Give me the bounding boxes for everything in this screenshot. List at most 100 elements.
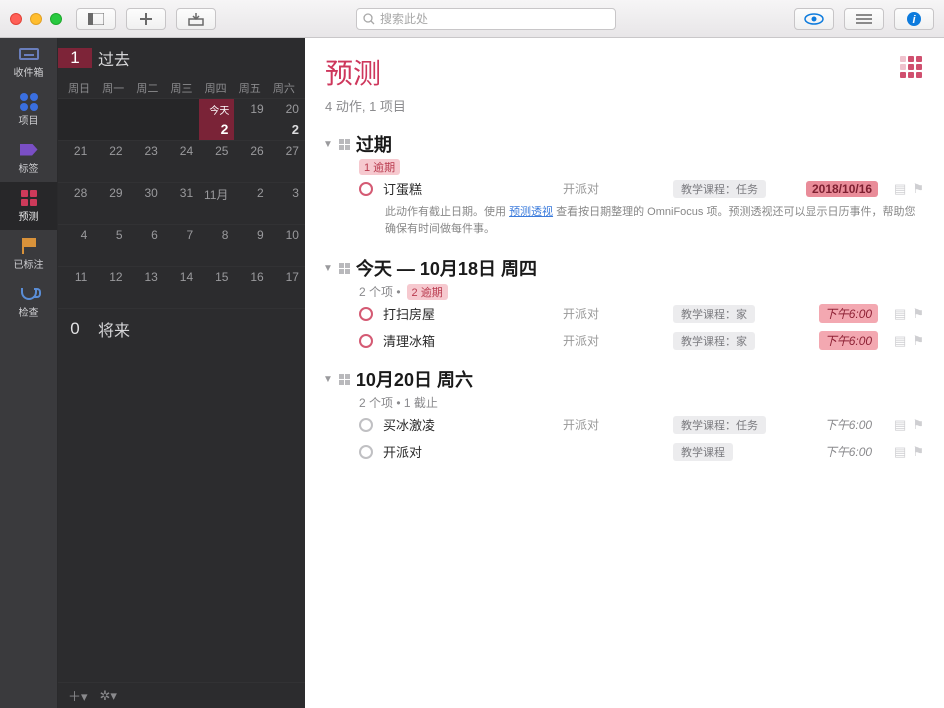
cal-cell[interactable]: 23 <box>129 140 164 182</box>
cal-cell[interactable] <box>93 98 128 140</box>
cal-cell[interactable]: 13 <box>129 266 164 308</box>
toggle-sidebar-button[interactable] <box>76 8 116 30</box>
disclosure-triangle-icon[interactable]: ▼ <box>323 139 333 150</box>
cal-cell[interactable]: 29 <box>93 182 128 224</box>
flag-icon[interactable]: ⚑ <box>912 181 924 197</box>
cal-cell[interactable]: 16 <box>234 266 269 308</box>
task-checkbox[interactable] <box>359 445 373 459</box>
section-today: ▼ 今天 — 10月18日 周四 2 个项 • 2 逾期 打扫房屋 开派对 教学… <box>305 249 944 360</box>
cal-cell[interactable]: 14 <box>164 266 199 308</box>
main-header: 预测 4 动作, 1 项目 <box>305 38 944 125</box>
cal-cell[interactable]: 22 <box>93 140 128 182</box>
cal-cell[interactable]: 10 <box>270 224 305 266</box>
list-view-button[interactable] <box>844 8 884 30</box>
task-row[interactable]: 开派对 教学课程 下午6:00 ▤⚑ <box>317 438 932 465</box>
search-field[interactable]: 搜索此处 <box>356 8 616 30</box>
overdue-pill: 2 逾期 <box>407 284 448 300</box>
cal-cell[interactable] <box>58 98 93 140</box>
disclosure-triangle-icon[interactable]: ▼ <box>323 263 333 274</box>
flag-icon[interactable]: ⚑ <box>912 333 924 349</box>
sidebar-item-flagged[interactable]: 已标注 <box>0 230 57 278</box>
inspector-button[interactable]: i <box>894 8 934 30</box>
task-row[interactable]: 清理冰箱 开派对 教学课程：家 下午6:00 ▤⚑ <box>317 327 932 354</box>
cal-cell[interactable] <box>129 98 164 140</box>
gear-menu-button[interactable]: ✲▾ <box>100 688 117 704</box>
flag-icon[interactable]: ⚑ <box>912 444 924 460</box>
view-options-button[interactable] <box>794 8 834 30</box>
task-checkbox[interactable] <box>359 307 373 321</box>
cal-cell[interactable]: 9 <box>234 224 269 266</box>
flag-icon[interactable]: ⚑ <box>912 417 924 433</box>
cal-cell[interactable]: 27 <box>270 140 305 182</box>
note-icon[interactable]: ▤ <box>894 444 906 460</box>
perspective-grid-icon[interactable] <box>900 56 924 80</box>
sidebar-item-projects[interactable]: 项目 <box>0 86 57 134</box>
cal-cell[interactable]: 24 <box>164 140 199 182</box>
weekday: 周日 <box>62 80 96 96</box>
task-checkbox[interactable] <box>359 334 373 348</box>
task-due: 下午6:00 <box>819 442 878 461</box>
cal-cell[interactable]: 17 <box>270 266 305 308</box>
close-window-button[interactable] <box>10 13 22 25</box>
add-button[interactable] <box>126 8 166 30</box>
sidebar-item-forecast[interactable]: 预测 <box>0 182 57 230</box>
task-project: 开派对 <box>563 180 663 197</box>
cal-cell[interactable]: 11月 <box>199 182 234 224</box>
weekday: 周三 <box>164 80 198 96</box>
calendar-footer: ＋▾ ✲▾ <box>58 682 305 708</box>
task-checkbox[interactable] <box>359 182 373 196</box>
section-meta-text: 2 个项 • <box>359 283 401 300</box>
cal-cell[interactable] <box>164 98 199 140</box>
cal-cell[interactable]: 11 <box>58 266 93 308</box>
cal-cell[interactable]: 28 <box>58 182 93 224</box>
cal-cell[interactable]: 2 <box>234 182 269 224</box>
minimize-window-button[interactable] <box>30 13 42 25</box>
task-checkbox[interactable] <box>359 418 373 432</box>
cal-cell[interactable]: 6 <box>129 224 164 266</box>
cal-cell[interactable]: 31 <box>164 182 199 224</box>
task-row[interactable]: 买冰激凌 开派对 教学课程：任务 下午6:00 ▤⚑ <box>317 411 932 438</box>
inbox-icon <box>19 48 39 60</box>
add-menu-button[interactable]: ＋▾ <box>68 686 88 705</box>
cal-cell[interactable]: 26 <box>234 140 269 182</box>
note-icon[interactable]: ▤ <box>894 333 906 349</box>
zoom-window-button[interactable] <box>50 13 62 25</box>
main-content: 预测 4 动作, 1 项目 ▼ 过期 1 逾期 订蛋糕 开派对 教学课程：任务 … <box>305 38 944 708</box>
note-icon[interactable]: ▤ <box>894 417 906 433</box>
forecast-calendar-panel: 1 过去 周日 周一 周二 周三 周四 周五 周六 今天 2 19 202 21… <box>58 38 305 708</box>
cal-cell[interactable]: 19 <box>234 98 269 140</box>
cal-cell[interactable]: 30 <box>129 182 164 224</box>
note-icon[interactable]: ▤ <box>894 181 906 197</box>
forecast-link[interactable]: 预测透视 <box>509 206 553 218</box>
note-icon[interactable]: ▤ <box>894 306 906 322</box>
task-row[interactable]: 打扫房屋 开派对 教学课程：家 下午6:00 ▤⚑ <box>317 300 932 327</box>
past-row[interactable]: 1 过去 <box>58 38 305 78</box>
cal-cell[interactable]: 3 <box>270 182 305 224</box>
section-grid-icon <box>339 263 350 274</box>
weekday-header: 周日 周一 周二 周三 周四 周五 周六 <box>58 78 305 98</box>
flag-icon[interactable]: ⚑ <box>912 306 924 322</box>
section-grid-icon <box>339 374 350 385</box>
sidebar-item-inbox[interactable]: 收件箱 <box>0 38 57 86</box>
projects-icon <box>20 93 38 111</box>
sidebar-item-tags[interactable]: 标签 <box>0 134 57 182</box>
cal-cell[interactable]: 7 <box>164 224 199 266</box>
task-due: 2018/10/16 <box>806 181 878 197</box>
sidebar-label: 已标注 <box>14 256 44 271</box>
future-row[interactable]: 0 将来 <box>58 308 305 348</box>
window-controls <box>10 13 62 25</box>
cleanup-button[interactable] <box>176 8 216 30</box>
cal-cell[interactable]: 5 <box>93 224 128 266</box>
cal-cell[interactable]: 8 <box>199 224 234 266</box>
cal-cell[interactable]: 12 <box>93 266 128 308</box>
task-row[interactable]: 订蛋糕 开派对 教学课程：任务 2018/10/16 ▤⚑ <box>317 175 932 202</box>
disclosure-triangle-icon[interactable]: ▼ <box>323 374 333 385</box>
cal-cell[interactable]: 15 <box>199 266 234 308</box>
weekday: 周二 <box>130 80 164 96</box>
cal-cell[interactable]: 25 <box>199 140 234 182</box>
cal-cell-today[interactable]: 今天 2 <box>199 98 234 140</box>
cal-cell[interactable]: 21 <box>58 140 93 182</box>
cal-cell[interactable]: 4 <box>58 224 93 266</box>
cal-cell[interactable]: 202 <box>270 98 305 140</box>
sidebar-item-review[interactable]: 检查 <box>0 278 57 326</box>
